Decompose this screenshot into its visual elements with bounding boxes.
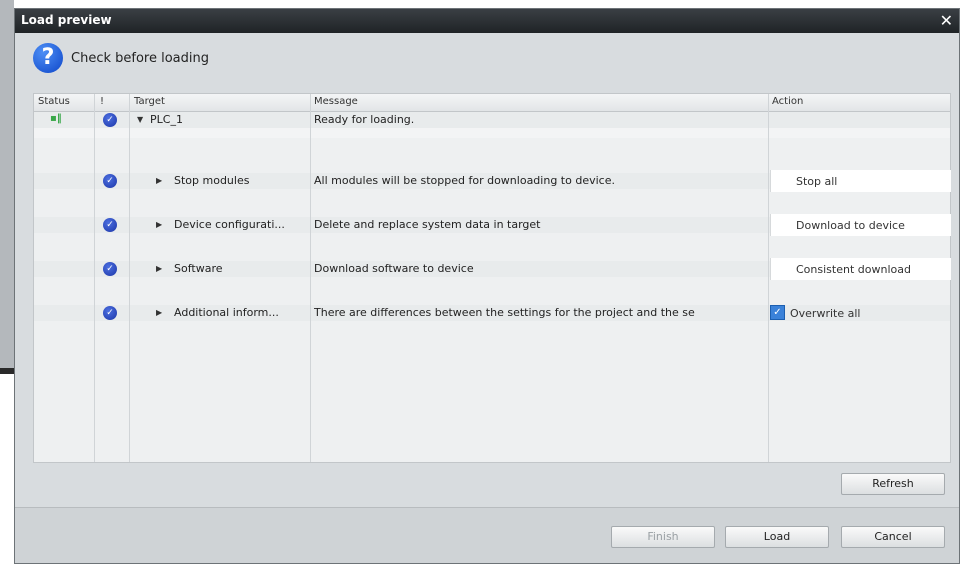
- table-row[interactable]: ▪‖ ✓ ▼ PLC_1 Ready for loading.: [34, 112, 950, 128]
- cancel-button[interactable]: Cancel: [841, 526, 945, 548]
- column-header-message[interactable]: Message: [314, 96, 358, 107]
- action-value: Overwrite all: [790, 307, 861, 320]
- column-divider: [129, 94, 130, 462]
- check-icon: ✓: [103, 218, 117, 232]
- table-header: Status ! Target Message Action: [34, 94, 950, 112]
- row-spacer: [34, 138, 950, 148]
- load-button[interactable]: Load: [725, 526, 829, 548]
- dialog-title: Load preview: [21, 13, 112, 27]
- overwrite-all-checkbox[interactable]: ✓: [770, 305, 785, 320]
- status-icon: ▪‖: [50, 113, 62, 124]
- expand-arrow-icon[interactable]: ▼: [137, 115, 143, 124]
- finish-button[interactable]: Finish: [611, 526, 715, 548]
- load-preview-dialog: Load preview ✕ ? Check before loading St…: [14, 8, 960, 564]
- background-divider: [0, 368, 14, 374]
- row-target: Device configurati...: [174, 218, 285, 231]
- row-message: All modules will be stopped for download…: [314, 174, 615, 187]
- action-dropdown[interactable]: Download to device: [770, 214, 951, 236]
- header-text: Check before loading: [71, 51, 209, 66]
- action-value: Consistent download: [796, 263, 911, 276]
- title-bar[interactable]: Load preview ✕: [15, 9, 959, 33]
- row-target: Additional inform...: [174, 306, 279, 319]
- check-icon: ✓: [103, 262, 117, 276]
- action-checkbox-cell: ✓ Overwrite all: [770, 302, 950, 324]
- column-header-action[interactable]: Action: [772, 96, 803, 107]
- expand-arrow-icon[interactable]: ▶: [156, 308, 162, 317]
- expand-arrow-icon[interactable]: ▶: [156, 220, 162, 229]
- column-divider: [768, 94, 769, 462]
- load-preview-table: Status ! Target Message Action ▪‖ ✓ ▼ PL…: [33, 93, 951, 463]
- column-divider: [310, 94, 311, 462]
- column-divider: [94, 94, 95, 462]
- background-window: [0, 0, 14, 372]
- check-icon: ✓: [103, 113, 117, 127]
- column-header-target[interactable]: Target: [134, 96, 165, 107]
- action-value: Stop all: [796, 175, 838, 188]
- check-icon: ✓: [103, 306, 117, 320]
- footer-bar: Finish Load Cancel: [15, 508, 959, 563]
- help-icon: ?: [33, 43, 63, 73]
- row-target: PLC_1: [150, 113, 183, 126]
- refresh-button[interactable]: Refresh: [841, 473, 945, 495]
- row-message: Ready for loading.: [314, 113, 415, 126]
- close-icon[interactable]: ✕: [940, 11, 953, 30]
- action-dropdown[interactable]: Stop all: [770, 170, 951, 192]
- row-message: There are differences between the settin…: [314, 306, 695, 319]
- action-dropdown[interactable]: Consistent download: [770, 258, 951, 280]
- column-header-status[interactable]: Status: [38, 96, 70, 107]
- row-message: Delete and replace system data in target: [314, 218, 541, 231]
- row-spacer: [34, 128, 950, 138]
- column-header-info[interactable]: !: [100, 96, 104, 107]
- header-band: ? Check before loading: [15, 33, 959, 91]
- action-value: Download to device: [796, 219, 905, 232]
- row-target: Software: [174, 262, 223, 275]
- expand-arrow-icon[interactable]: ▶: [156, 176, 162, 185]
- row-message: Download software to device: [314, 262, 474, 275]
- row-target: Stop modules: [174, 174, 250, 187]
- check-icon: ✓: [103, 174, 117, 188]
- expand-arrow-icon[interactable]: ▶: [156, 264, 162, 273]
